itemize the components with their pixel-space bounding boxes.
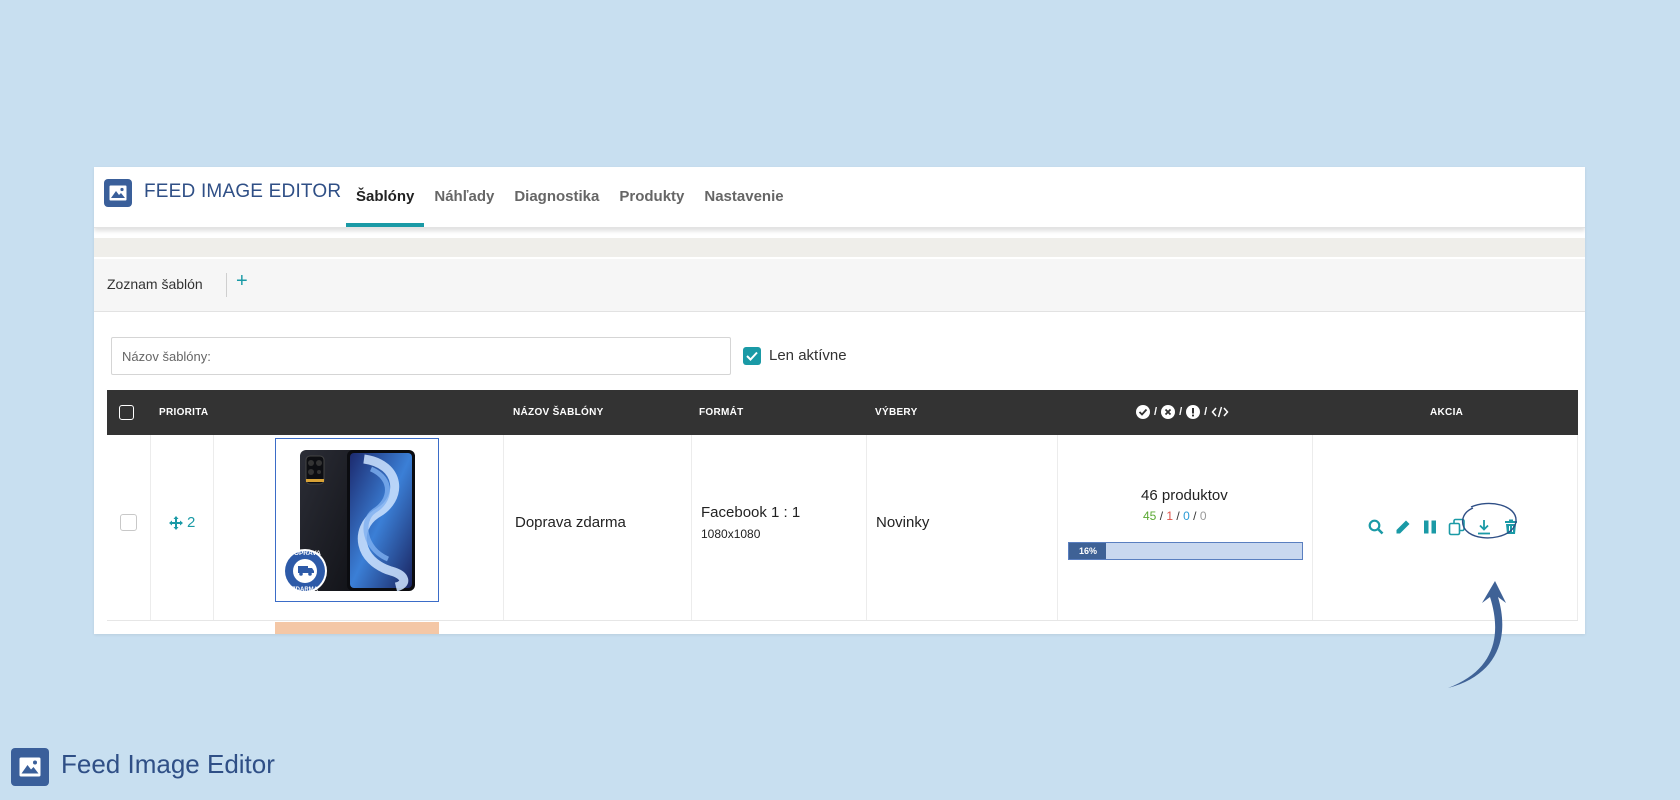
app-header: FEED IMAGE EDITOR Šablóny Náhľady Diagno…: [94, 167, 1585, 228]
badge-text-bottom: ZDARMA: [292, 587, 319, 593]
count-separator: /: [1159, 509, 1164, 523]
format-size: 1080x1080: [701, 527, 761, 541]
format-name: Facebook 1 : 1: [701, 504, 801, 521]
status-counts: 45 / 1 / 0 / 0: [1143, 509, 1207, 523]
cell-divider: [503, 435, 504, 620]
count-separator: /: [1193, 509, 1197, 523]
list-toolbar: Zoznam šablón +: [94, 259, 1585, 312]
preview-button[interactable]: [1366, 517, 1385, 536]
cell-divider: [691, 435, 692, 620]
count-code: 0: [1199, 509, 1207, 523]
active-only-checkbox[interactable]: [743, 347, 761, 365]
template-preview-image[interactable]: DOPRAVA ZDARMA: [275, 438, 439, 602]
tab-produkty[interactable]: Produkty: [609, 167, 694, 227]
column-status: / / /: [1136, 405, 1229, 419]
select-all-checkbox[interactable]: [119, 405, 134, 420]
count-separator: /: [1176, 509, 1180, 523]
column-action[interactable]: AKCIA: [1430, 390, 1463, 435]
check-icon: [746, 351, 758, 361]
cell-divider: [1312, 435, 1313, 620]
table-row: 2 DOPRAVA ZDARMA Doprava zdarma Facebook…: [107, 435, 1578, 621]
status-separator: /: [1204, 406, 1208, 418]
download-highlight-circle: [1462, 502, 1517, 539]
edit-button[interactable]: [1393, 517, 1412, 536]
tab-diagnostika[interactable]: Diagnostika: [504, 167, 609, 227]
status-separator: /: [1179, 406, 1183, 418]
annotation-arrow: [1448, 581, 1506, 688]
list-title: Zoznam šablón: [107, 276, 203, 292]
table-header: PRIORITA NÁZOV ŠABLÓNY FORMÁT VÝBERY / /…: [107, 390, 1578, 435]
pause-button[interactable]: [1420, 517, 1439, 536]
image-logo-icon: [11, 748, 49, 786]
main-nav: Šablóny Náhľady Diagnostika Produkty Nas…: [346, 167, 794, 227]
priority-value: 2: [187, 514, 196, 531]
count-ok: 45: [1143, 509, 1157, 523]
x-circle-icon: [1161, 405, 1176, 419]
search-icon: [1368, 519, 1383, 534]
template-name: Doprava zdarma: [515, 514, 626, 531]
column-priority[interactable]: PRIORITA: [159, 390, 208, 435]
column-selections[interactable]: VÝBERY: [875, 390, 918, 435]
footer-brand-name: Feed Image Editor: [61, 749, 275, 779]
app-title: FEED IMAGE EDITOR: [144, 181, 342, 202]
products-count: 46 produktov: [1141, 487, 1228, 504]
check-circle-icon: [1136, 405, 1150, 419]
count-warning: 0: [1183, 509, 1190, 523]
add-template-button[interactable]: +: [236, 270, 248, 293]
count-error: 1: [1166, 509, 1174, 523]
tab-sablony[interactable]: Šablóny: [346, 167, 425, 227]
badge-text-top: DOPRAVA: [289, 550, 321, 557]
column-name[interactable]: NÁZOV ŠABLÓNY: [513, 390, 604, 435]
status-separator: /: [1154, 406, 1158, 418]
active-only-label[interactable]: Len aktívne: [769, 347, 847, 364]
phone-product-image: DOPRAVA ZDARMA: [283, 450, 415, 593]
cell-divider: [150, 435, 151, 620]
selection-name: Novinky: [876, 514, 930, 531]
exclamation-circle-icon: [1186, 405, 1201, 419]
table-row: [107, 621, 1578, 634]
progress-fill: 16%: [1069, 543, 1107, 559]
generation-progress-bar: 16%: [1068, 542, 1303, 560]
move-icon: [169, 515, 183, 530]
cell-divider: [213, 435, 214, 620]
template-preview-image[interactable]: [275, 622, 439, 634]
tab-nastavenie[interactable]: Nastavenie: [694, 167, 793, 227]
notice-stripe: [94, 238, 1585, 257]
pause-icon: [1423, 520, 1436, 533]
column-format[interactable]: FORMÁT: [699, 390, 744, 435]
app-panel: FEED IMAGE EDITOR Šablóny Náhľady Diagno…: [94, 167, 1585, 634]
cell-divider: [1057, 435, 1058, 620]
code-icon: [1211, 406, 1229, 418]
toolbar-divider: [226, 273, 227, 297]
tab-nahlady[interactable]: Náhľady: [424, 167, 504, 227]
cell-divider: [866, 435, 867, 620]
cell-divider: [1577, 435, 1578, 620]
image-logo-icon: [104, 179, 132, 207]
priority-drag-handle[interactable]: 2: [169, 514, 195, 531]
row-checkbox[interactable]: [120, 514, 137, 531]
edit-icon: [1396, 520, 1409, 533]
template-name-search-input[interactable]: [111, 337, 731, 375]
